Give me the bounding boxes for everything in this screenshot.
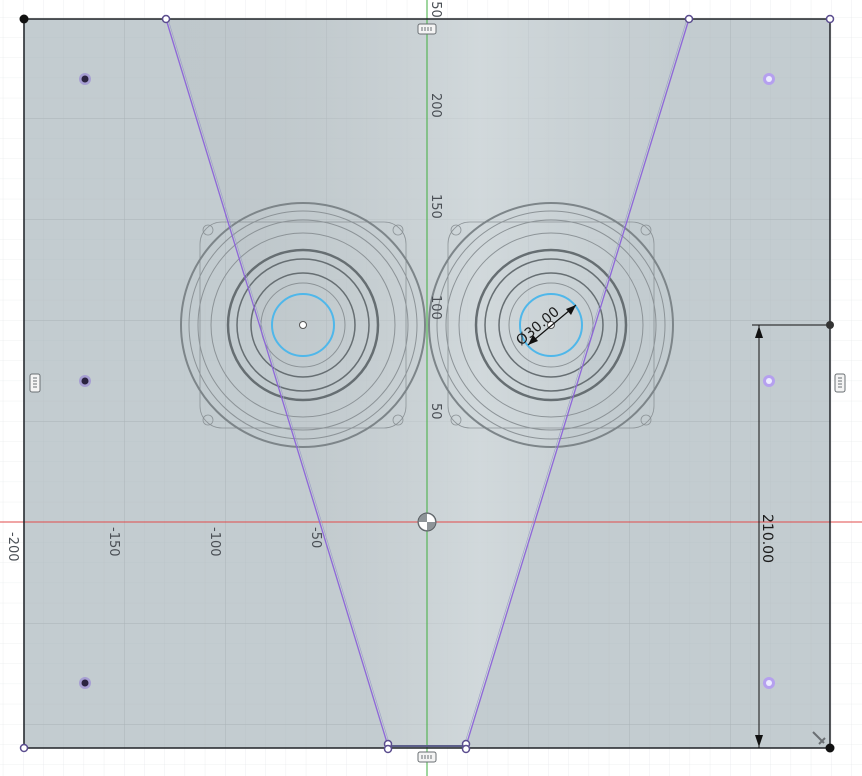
midpoint-constraint-icon[interactable] <box>834 373 846 393</box>
midpoint-constraint-icon[interactable] <box>29 373 41 393</box>
corner-point-icon[interactable] <box>19 743 29 753</box>
x-axis-label: -50 <box>308 527 323 548</box>
sketch-point-icon[interactable] <box>81 679 89 687</box>
speaker-left-center-point[interactable] <box>299 321 307 329</box>
midpoint-constraint-icon[interactable] <box>417 23 437 35</box>
y-axis-label: 100 <box>428 295 443 320</box>
sketch-point-icon[interactable] <box>81 75 89 83</box>
y-axis-label: 250 <box>428 0 443 18</box>
sketch-canvas[interactable]: Ø30.00 210.00 -200 -150 -100 -50 50 100 … <box>0 0 862 776</box>
sketch-point-icon[interactable] <box>766 680 772 686</box>
dimension-anchor-point[interactable] <box>826 321 834 329</box>
corner-point-icon[interactable] <box>825 14 835 24</box>
endpoint-icon[interactable] <box>161 14 171 24</box>
endpoint-icon[interactable] <box>684 14 694 24</box>
sketch-point-icon[interactable] <box>81 377 89 385</box>
corner-point-icon[interactable] <box>825 743 835 753</box>
origin-icon[interactable] <box>417 512 437 532</box>
sketch-point-icon[interactable] <box>766 76 772 82</box>
midpoint-constraint-icon[interactable] <box>417 751 437 763</box>
x-axis-label: -200 <box>5 532 20 562</box>
y-axis-label: 150 <box>428 194 443 219</box>
endpoint-icon[interactable] <box>461 744 471 754</box>
x-axis-label: -100 <box>207 527 222 557</box>
sketch-point-icon[interactable] <box>766 378 772 384</box>
x-axis-label: -150 <box>106 527 121 557</box>
endpoint-icon[interactable] <box>383 744 393 754</box>
y-axis-label: 50 <box>428 403 443 420</box>
y-axis-label: 200 <box>428 93 443 118</box>
height-dimension-text[interactable]: 210.00 <box>759 514 775 563</box>
corner-point-icon[interactable] <box>19 14 29 24</box>
